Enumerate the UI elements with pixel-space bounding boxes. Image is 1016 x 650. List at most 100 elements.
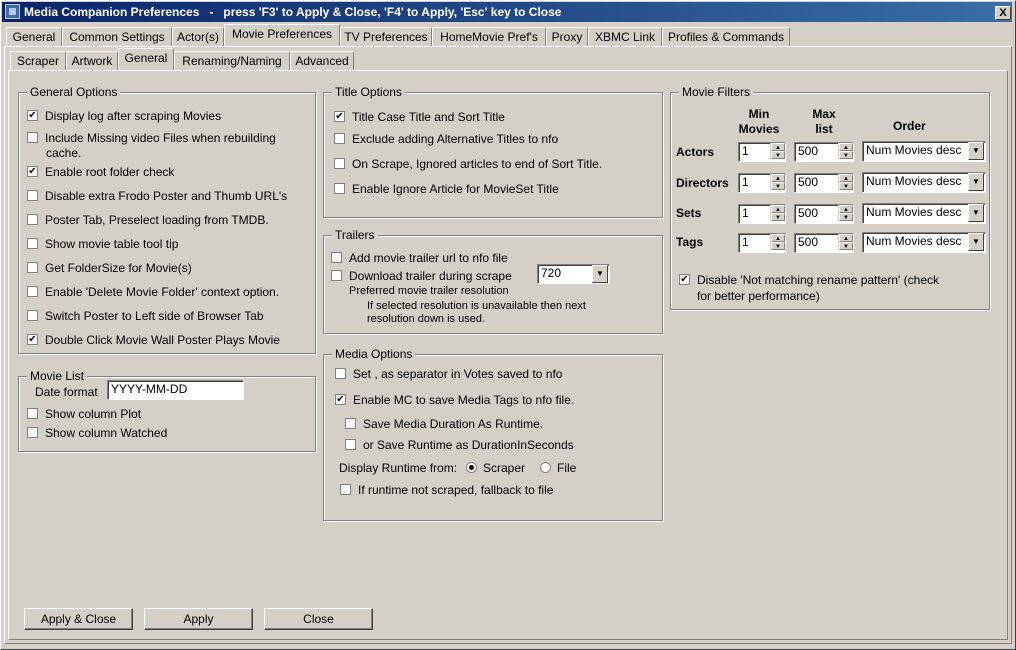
option-exclude-alt-titles[interactable]: Exclude adding Alternative Titles to nfo: [334, 132, 558, 146]
chevron-down-icon[interactable]: ▼: [592, 265, 608, 283]
checkbox[interactable]: [334, 111, 345, 122]
tags-min-spinner[interactable]: ▲ ▼: [770, 234, 785, 250]
chevron-down-icon[interactable]: ▼: [968, 233, 984, 251]
option-disable-frodo[interactable]: Disable extra Frodo Poster and Thumb URL…: [27, 189, 287, 203]
subtab-scraper[interactable]: Scraper: [10, 51, 66, 71]
radio-runtime-file[interactable]: File: [540, 461, 576, 475]
radio-button[interactable]: [466, 462, 477, 473]
trailer-note-line2: resolution down is used.: [367, 313, 486, 325]
actors-max-spinner[interactable]: ▲ ▼: [838, 143, 853, 159]
sets-min-spinner[interactable]: ▲ ▼: [770, 205, 785, 221]
chevron-down-icon[interactable]: ▼: [968, 142, 984, 160]
date-format-input[interactable]: YYYY-MM-DD: [107, 380, 244, 400]
checkbox[interactable]: [335, 394, 346, 405]
title-bar[interactable]: Media Companion Preferences - press 'F3'…: [2, 2, 1012, 22]
tab-general[interactable]: General: [6, 27, 62, 47]
checkbox[interactable]: [27, 310, 38, 321]
checkbox[interactable]: [27, 427, 38, 438]
option-folder-size[interactable]: Get FolderSize for Movie(s): [27, 261, 192, 275]
checkbox[interactable]: [27, 190, 38, 201]
option-show-plot[interactable]: Show column Plot: [27, 407, 141, 421]
tab-common-settings[interactable]: Common Settings: [62, 27, 172, 47]
directors-min-spinner[interactable]: ▲ ▼: [770, 174, 785, 190]
checkbox[interactable]: [27, 132, 38, 143]
checkbox[interactable]: [27, 286, 38, 297]
col-min-header: Min: [748, 107, 770, 121]
checkbox[interactable]: [334, 133, 345, 144]
checkbox[interactable]: [335, 368, 346, 379]
actors-min-spinner[interactable]: ▲ ▼: [770, 143, 785, 159]
runtime-from-label: Display Runtime from:: [339, 461, 458, 475]
subtab-general[interactable]: General: [118, 48, 174, 70]
checkbox[interactable]: [27, 238, 38, 249]
subtab-artwork[interactable]: Artwork: [66, 51, 118, 71]
sets-max-spinner[interactable]: ▲ ▼: [838, 205, 853, 221]
tab-homemovie-prefs[interactable]: HomeMovie Pref's: [432, 27, 546, 47]
checkbox[interactable]: [331, 270, 342, 281]
tab-proxy[interactable]: Proxy: [546, 27, 588, 47]
option-save-media-tags[interactable]: Enable MC to save Media Tags to nfo file…: [335, 393, 574, 407]
option-display-log[interactable]: Display log after scraping Movies: [27, 109, 221, 123]
chevron-down-icon[interactable]: ▼: [968, 173, 984, 191]
checkbox[interactable]: [345, 418, 356, 429]
tab-profiles-commands[interactable]: Profiles & Commands: [662, 27, 790, 47]
apply-button[interactable]: Apply: [144, 608, 253, 630]
window-close-button[interactable]: X: [995, 6, 1011, 20]
checkbox[interactable]: [334, 158, 345, 169]
option-title-case[interactable]: Title Case Title and Sort Title: [334, 110, 505, 124]
option-include-missing[interactable]: Include Missing video Files when rebuild…: [27, 131, 276, 145]
checkbox[interactable]: [27, 262, 38, 273]
checkbox[interactable]: [27, 166, 38, 177]
subtab-advanced[interactable]: Advanced: [290, 51, 354, 71]
option-ignore-article-movieset[interactable]: Enable Ignore Article for MovieSet Title: [334, 182, 559, 196]
media-options-title: Media Options: [332, 347, 416, 361]
radio-button[interactable]: [540, 462, 551, 473]
option-trailer-url[interactable]: Add movie trailer url to nfo file: [331, 251, 508, 265]
option-root-folder-check[interactable]: Enable root folder check: [27, 165, 174, 179]
option-delete-folder[interactable]: Enable 'Delete Movie Folder' context opt…: [27, 285, 279, 299]
option-disable-rename-pattern-line2: for better performance): [697, 289, 820, 303]
directors-max-spinner[interactable]: ▲ ▼: [838, 174, 853, 190]
app-icon: [5, 4, 20, 19]
tab-tv-preferences[interactable]: TV Preferences: [340, 27, 432, 47]
option-runtime-fallback[interactable]: If runtime not scraped, fallback to file: [340, 483, 553, 497]
trailer-note-line1: If selected resolution is unavailable th…: [367, 300, 586, 312]
col-min-header-line2: Movies: [738, 122, 780, 136]
option-votes-separator[interactable]: Set , as separator in Votes saved to nfo: [335, 367, 562, 381]
checkbox[interactable]: [331, 252, 342, 263]
tab-xbmc-link[interactable]: XBMC Link: [588, 27, 662, 47]
option-table-tooltip[interactable]: Show movie table tool tip: [27, 237, 178, 251]
date-format-label: Date format: [35, 385, 98, 399]
checkbox[interactable]: [340, 484, 351, 495]
apply-close-button[interactable]: Apply & Close: [24, 608, 133, 630]
option-ignored-articles[interactable]: On Scrape, Ignored articles to end of So…: [334, 157, 602, 171]
subtab-renaming-naming[interactable]: Renaming/Naming: [174, 51, 290, 71]
checkbox[interactable]: [27, 334, 38, 345]
checkbox[interactable]: [334, 183, 345, 194]
checkbox[interactable]: [27, 110, 38, 121]
tab-actors[interactable]: Actor(s): [172, 27, 224, 47]
option-disable-rename-pattern[interactable]: Disable 'Not matching rename pattern' (c…: [679, 273, 939, 287]
movie-filters-title: Movie Filters: [679, 85, 754, 99]
option-duration-as-runtime[interactable]: Save Media Duration As Runtime.: [345, 417, 543, 431]
option-poster-tab-tmdb[interactable]: Poster Tab, Preselect loading from TMDB.: [27, 213, 269, 227]
close-button[interactable]: Close: [264, 608, 373, 630]
filter-label-actors: Actors: [676, 145, 715, 159]
option-include-missing-line2: cache.: [46, 146, 82, 160]
movie-list-title: Movie List: [27, 369, 88, 383]
option-show-watched[interactable]: Show column Watched: [27, 426, 167, 440]
checkbox[interactable]: [27, 408, 38, 419]
option-switch-poster[interactable]: Switch Poster to Left side of Browser Ta…: [27, 309, 264, 323]
option-duration-in-seconds[interactable]: or Save Runtime as DurationInSeconds: [345, 438, 574, 452]
radio-runtime-scraper[interactable]: Scraper: [466, 461, 525, 475]
trailers-title: Trailers: [332, 228, 378, 242]
checkbox[interactable]: [27, 214, 38, 225]
checkbox[interactable]: [345, 439, 356, 450]
option-download-trailer[interactable]: Download trailer during scrape: [331, 269, 512, 283]
checkbox[interactable]: [679, 274, 690, 285]
filter-label-sets: Sets: [676, 206, 702, 220]
tags-max-spinner[interactable]: ▲ ▼: [838, 234, 853, 250]
tab-movie-preferences[interactable]: Movie Preferences: [224, 24, 340, 46]
option-double-click-play[interactable]: Double Click Movie Wall Poster Plays Mov…: [27, 333, 280, 347]
chevron-down-icon[interactable]: ▼: [968, 204, 984, 222]
